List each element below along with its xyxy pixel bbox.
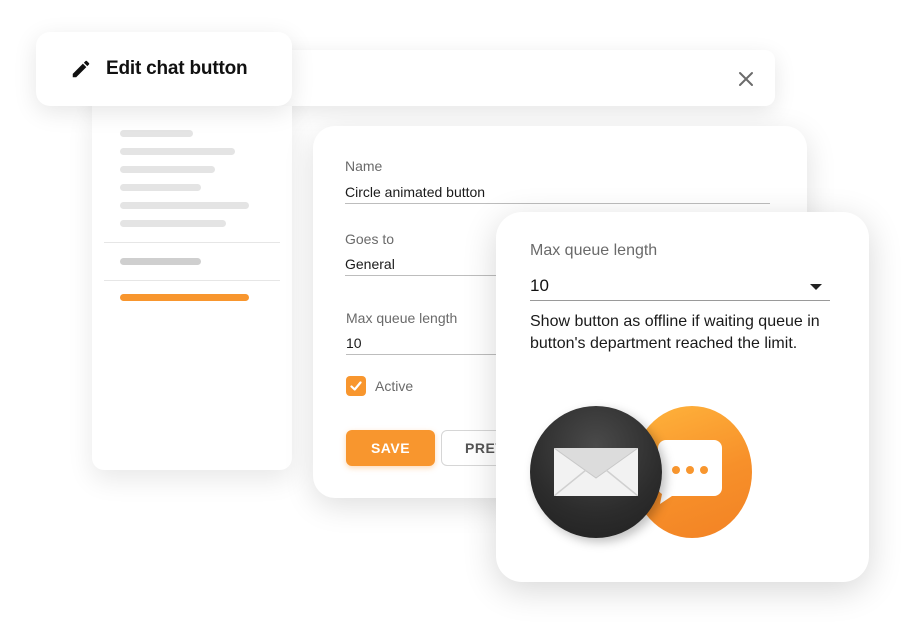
page-title: Edit chat button (106, 58, 248, 79)
goes-to-underline (345, 275, 496, 276)
popup-description: Show button as offline if waiting queue … (530, 313, 820, 352)
active-label: Active (375, 378, 414, 394)
sidebar-skeleton-item[interactable] (120, 258, 201, 265)
sidebar-skeleton-line (120, 148, 235, 155)
sidebar-skeleton-line (120, 184, 201, 191)
sidebar-panel (92, 106, 292, 470)
close-icon (739, 72, 753, 86)
popup-max-queue-label: Max queue length (530, 242, 658, 259)
name-field-underline (345, 203, 770, 204)
sidebar-active-item[interactable] (120, 294, 249, 301)
sidebar-divider (104, 242, 280, 243)
save-button[interactable]: SAVE (346, 430, 435, 466)
popup-select-underline (530, 300, 830, 301)
goes-to-label: Goes to (345, 231, 395, 247)
popup-max-queue-select[interactable]: 10 (530, 276, 549, 296)
max-queue-underline (346, 354, 496, 355)
checkmark-icon (350, 381, 362, 391)
chevron-down-icon[interactable] (810, 284, 822, 290)
sidebar-skeleton-line (120, 202, 249, 209)
active-checkbox[interactable] (346, 376, 366, 396)
dialog-title-card: Edit chat button (36, 32, 292, 106)
sidebar-skeleton-line (120, 130, 193, 137)
name-field[interactable]: Circle animated button (345, 184, 485, 200)
goes-to-select[interactable]: General (345, 256, 395, 272)
sidebar-skeleton-line (120, 166, 215, 173)
chat-button-preview-dark[interactable] (530, 406, 662, 538)
pencil-icon (72, 60, 90, 78)
close-button[interactable] (735, 68, 757, 90)
envelope-icon (554, 448, 638, 496)
max-queue-label: Max queue length (346, 310, 458, 326)
name-label: Name (345, 158, 383, 174)
chat-bubble-icon (658, 440, 722, 504)
sidebar-divider (104, 280, 280, 281)
max-queue-field[interactable]: 10 (346, 335, 362, 351)
sidebar-skeleton-line (120, 220, 226, 227)
